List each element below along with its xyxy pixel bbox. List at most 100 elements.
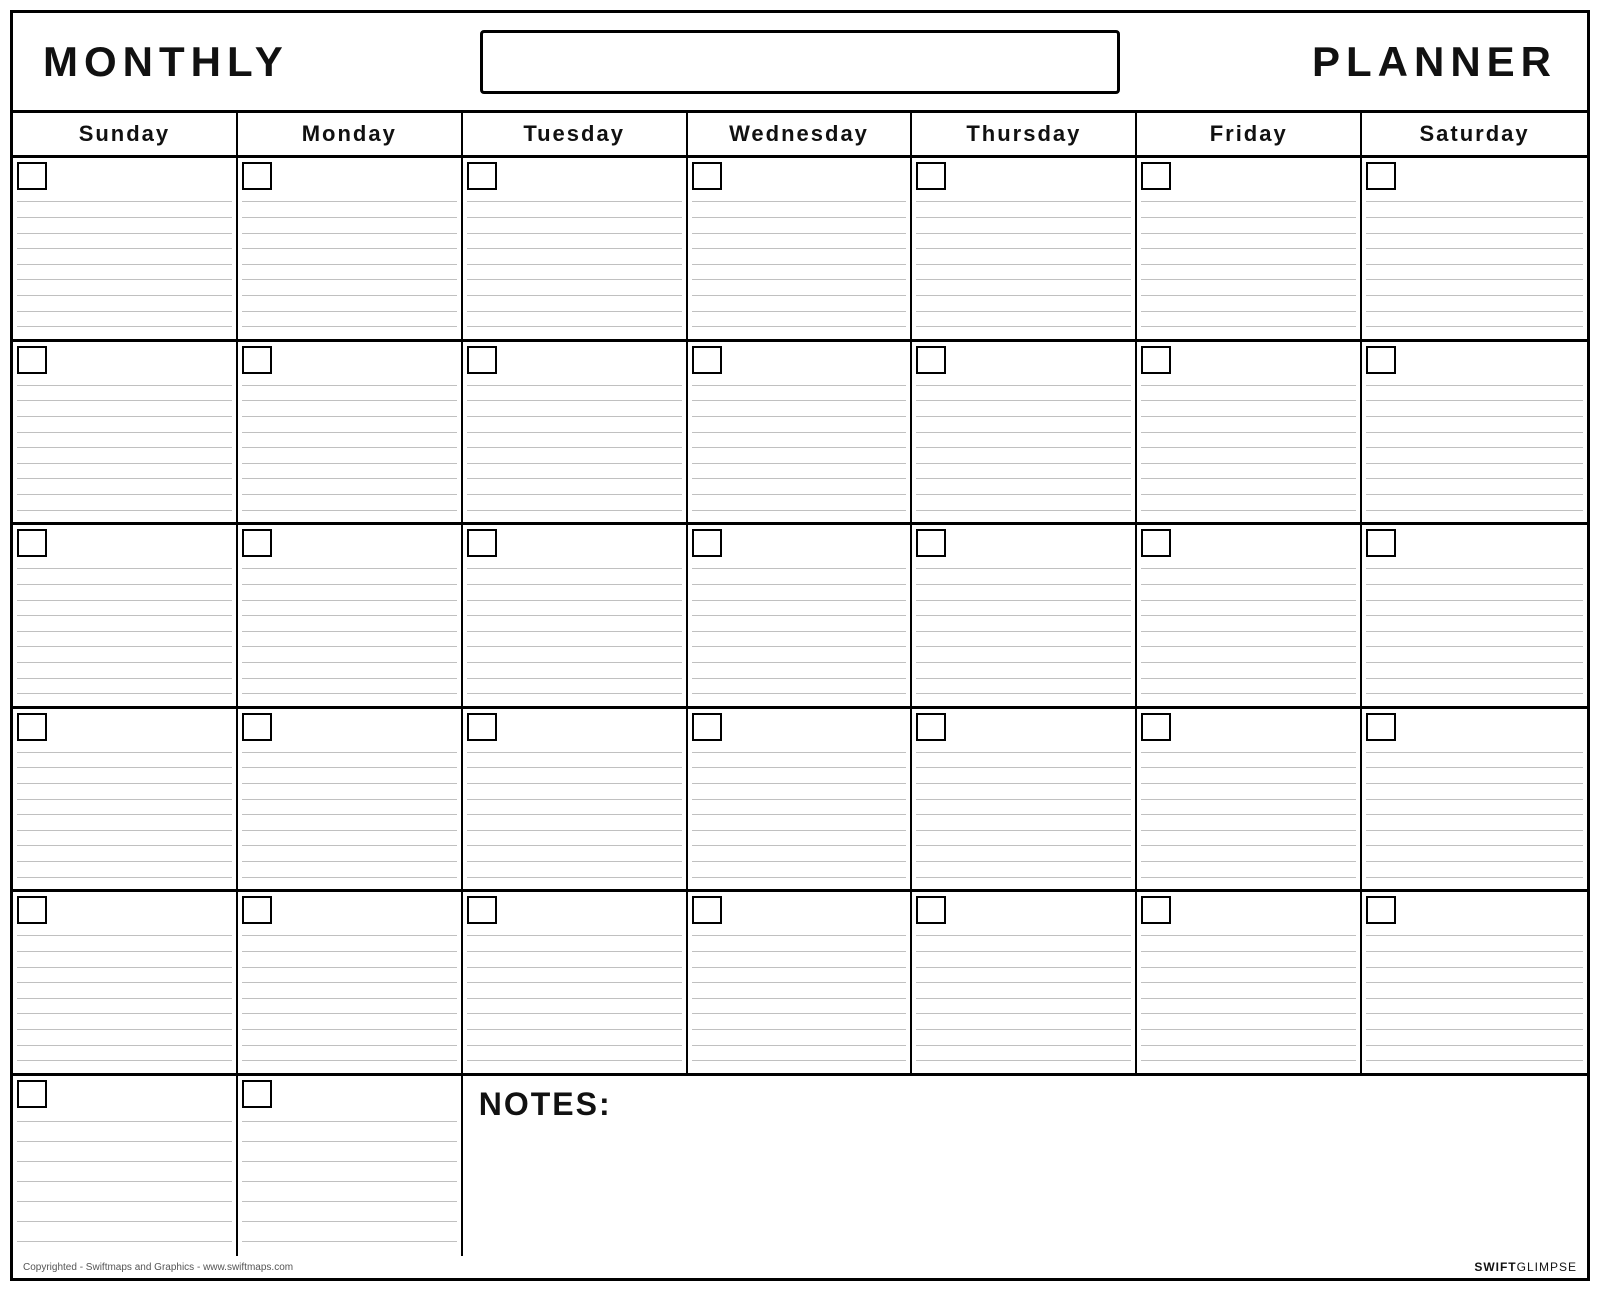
cell-line xyxy=(1366,217,1583,218)
cell-line xyxy=(242,1029,457,1030)
date-number-box[interactable] xyxy=(1366,346,1396,374)
calendar-cell-r2-c1[interactable] xyxy=(13,342,238,523)
date-number-box[interactable] xyxy=(1366,529,1396,557)
cell-line xyxy=(692,814,907,815)
calendar-cell-r4-c3[interactable] xyxy=(463,709,688,890)
date-number-box[interactable] xyxy=(916,529,946,557)
cell-line xyxy=(1141,752,1356,753)
date-number-box[interactable] xyxy=(916,896,946,924)
date-number-box[interactable] xyxy=(692,713,722,741)
calendar-cell-r3-c6[interactable] xyxy=(1137,525,1362,706)
cell-line xyxy=(17,646,232,647)
calendar-cell-r1-c3[interactable] xyxy=(463,158,688,339)
calendar-cell-r4-c2[interactable] xyxy=(238,709,463,890)
cell-line xyxy=(467,877,682,878)
calendar-cell-r3-c7[interactable] xyxy=(1362,525,1587,706)
calendar-cell-r4-c7[interactable] xyxy=(1362,709,1587,890)
date-number-box[interactable] xyxy=(1141,896,1171,924)
date-number-box[interactable] xyxy=(242,346,272,374)
date-number-box[interactable] xyxy=(1141,346,1171,374)
calendar-cell-r3-c1[interactable] xyxy=(13,525,238,706)
date-number-box[interactable] xyxy=(1366,896,1396,924)
notes-main-cell[interactable]: NOTES: xyxy=(463,1076,1587,1257)
calendar-cell-r3-c5[interactable] xyxy=(912,525,1137,706)
calendar-cell-r2-c5[interactable] xyxy=(912,342,1137,523)
date-number-box[interactable] xyxy=(692,896,722,924)
date-number-box[interactable] xyxy=(242,713,272,741)
date-number-box[interactable] xyxy=(916,162,946,190)
date-number-box[interactable] xyxy=(1141,713,1171,741)
month-input-box[interactable] xyxy=(480,30,1120,94)
cell-line xyxy=(17,264,232,265)
calendar-cell-r5-c4[interactable] xyxy=(688,892,913,1073)
date-number-box[interactable] xyxy=(1141,529,1171,557)
date-number-box[interactable] xyxy=(692,529,722,557)
date-number-box[interactable] xyxy=(17,896,47,924)
calendar-cell-r2-c6[interactable] xyxy=(1137,342,1362,523)
calendar-cell-r5-c3[interactable] xyxy=(463,892,688,1073)
calendar-cell-r5-c6[interactable] xyxy=(1137,892,1362,1073)
calendar-cell-r4-c1[interactable] xyxy=(13,709,238,890)
calendar-cell-r3-c2[interactable] xyxy=(238,525,463,706)
date-number-box[interactable] xyxy=(467,346,497,374)
calendar-cell-r3-c3[interactable] xyxy=(463,525,688,706)
calendar-cell-r5-c7[interactable] xyxy=(1362,892,1587,1073)
date-number-box[interactable] xyxy=(692,346,722,374)
date-number-box[interactable] xyxy=(467,162,497,190)
date-number-box[interactable] xyxy=(17,346,47,374)
date-number-box[interactable] xyxy=(242,1080,272,1108)
date-number-box[interactable] xyxy=(17,713,47,741)
cell-line xyxy=(242,752,457,753)
notes-cell-sunday[interactable] xyxy=(13,1076,238,1257)
cell-line xyxy=(692,752,907,753)
date-number-box[interactable] xyxy=(17,529,47,557)
cell-line xyxy=(692,877,907,878)
cell-lines xyxy=(916,559,1131,702)
date-number-box[interactable] xyxy=(467,713,497,741)
calendar-cell-r2-c3[interactable] xyxy=(463,342,688,523)
calendar-cell-r1-c1[interactable] xyxy=(13,158,238,339)
calendar-cell-r4-c6[interactable] xyxy=(1137,709,1362,890)
cell-line xyxy=(916,678,1131,679)
date-number-box[interactable] xyxy=(17,1080,47,1108)
cell-line xyxy=(916,416,1131,417)
cell-line xyxy=(916,767,1131,768)
calendar-cell-r1-c6[interactable] xyxy=(1137,158,1362,339)
cell-lines xyxy=(242,192,457,335)
date-number-box[interactable] xyxy=(692,162,722,190)
cell-line xyxy=(242,478,457,479)
calendar-cell-r5-c1[interactable] xyxy=(13,892,238,1073)
date-number-box[interactable] xyxy=(242,529,272,557)
cell-line xyxy=(467,463,682,464)
cell-line xyxy=(242,631,457,632)
cell-line xyxy=(242,678,457,679)
cell-line xyxy=(242,217,457,218)
cell-line xyxy=(467,752,682,753)
calendar-cell-r1-c5[interactable] xyxy=(912,158,1137,339)
calendar-cell-r1-c2[interactable] xyxy=(238,158,463,339)
date-number-box[interactable] xyxy=(1366,713,1396,741)
cell-lines xyxy=(17,559,232,702)
calendar-cell-r4-c4[interactable] xyxy=(688,709,913,890)
calendar-cell-r3-c4[interactable] xyxy=(688,525,913,706)
cell-line xyxy=(1141,861,1356,862)
date-number-box[interactable] xyxy=(1141,162,1171,190)
calendar-cell-r2-c2[interactable] xyxy=(238,342,463,523)
calendar-cell-r5-c2[interactable] xyxy=(238,892,463,1073)
date-number-box[interactable] xyxy=(916,713,946,741)
calendar-cell-r5-c5[interactable] xyxy=(912,892,1137,1073)
date-number-box[interactable] xyxy=(17,162,47,190)
calendar-cell-r2-c7[interactable] xyxy=(1362,342,1587,523)
cell-line xyxy=(916,861,1131,862)
date-number-box[interactable] xyxy=(916,346,946,374)
notes-cell-monday[interactable] xyxy=(238,1076,463,1257)
calendar-cell-r1-c4[interactable] xyxy=(688,158,913,339)
date-number-box[interactable] xyxy=(242,162,272,190)
date-number-box[interactable] xyxy=(1366,162,1396,190)
date-number-box[interactable] xyxy=(242,896,272,924)
calendar-cell-r2-c4[interactable] xyxy=(688,342,913,523)
calendar-cell-r1-c7[interactable] xyxy=(1362,158,1587,339)
date-number-box[interactable] xyxy=(467,529,497,557)
calendar-cell-r4-c5[interactable] xyxy=(912,709,1137,890)
date-number-box[interactable] xyxy=(467,896,497,924)
